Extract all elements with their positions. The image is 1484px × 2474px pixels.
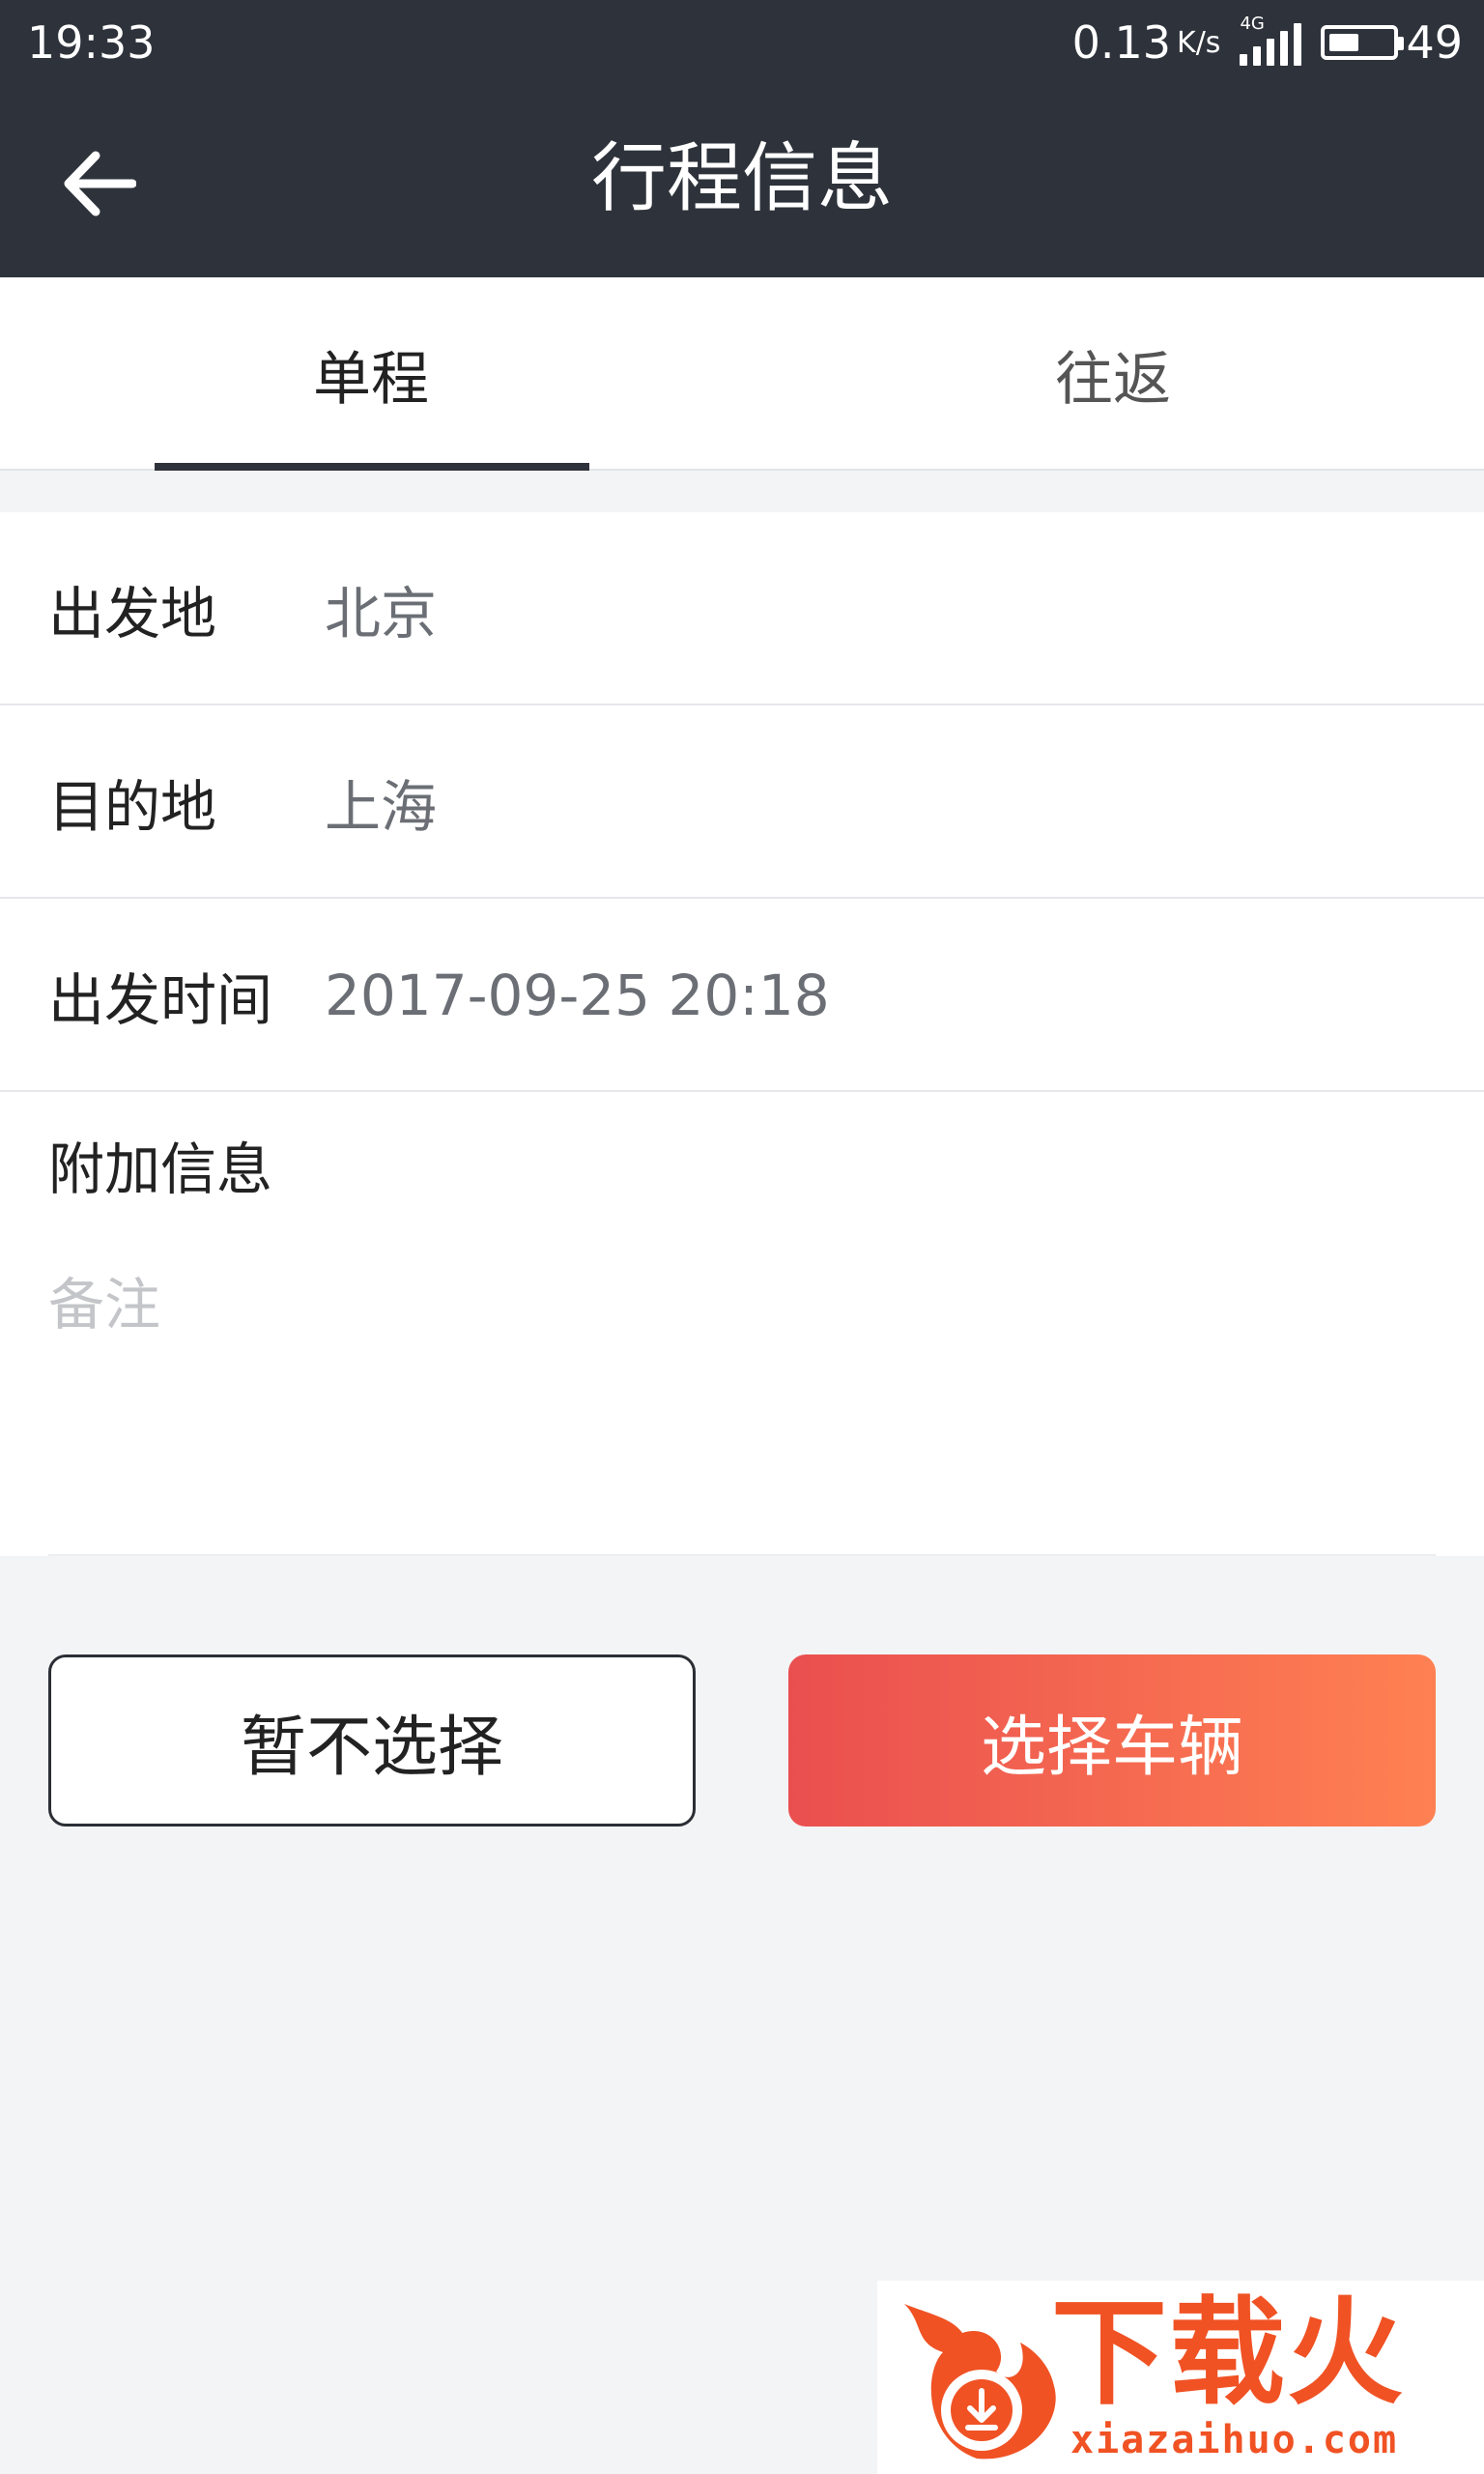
flame-logo-icon	[904, 2304, 1056, 2460]
destination-label: 目的地	[48, 774, 217, 840]
watermark-logo: 下载火 xiazaihuo.com	[877, 2281, 1484, 2474]
destination-row[interactable]: 目的地 上海	[0, 705, 1484, 899]
departure-time-label: 出发时间	[48, 967, 273, 1033]
page-title: 行程信息	[590, 135, 893, 222]
remark-input[interactable]	[48, 1247, 1430, 1363]
trip-type-tabs: 单程 往返	[0, 277, 1484, 471]
top-bar: 19:33 0.13 K/s 4G 49 行程信息	[0, 0, 1484, 277]
network-speed-unit: K/s	[1177, 26, 1221, 60]
origin-label: 出发地	[48, 581, 217, 647]
network-speed: 0.13 K/s	[1072, 16, 1221, 69]
departure-time-value[interactable]: 2017-09-25 20:18	[325, 899, 830, 1092]
battery-percent: 49	[1406, 16, 1463, 69]
active-tab-indicator	[155, 463, 589, 471]
trip-form: 出发地 北京 目的地 上海 出发时间 2017-09-25 20:18 附加信息	[0, 512, 1484, 1556]
status-time: 19:33	[27, 16, 156, 69]
network-type: 4G	[1240, 14, 1265, 34]
origin-value[interactable]: 北京	[325, 512, 437, 705]
signal-icon: 4G	[1240, 14, 1302, 66]
skip-button[interactable]: 暂不选择	[48, 1654, 696, 1827]
battery-icon	[1321, 25, 1405, 60]
departure-time-row[interactable]: 出发时间 2017-09-25 20:18	[0, 899, 1484, 1092]
tab-one-way[interactable]: 单程	[0, 277, 742, 471]
tab-round-trip[interactable]: 往返	[742, 277, 1484, 471]
battery-indicator: 49	[1321, 16, 1463, 69]
divider	[48, 1554, 1436, 1556]
origin-row[interactable]: 出发地 北京	[0, 512, 1484, 705]
destination-value[interactable]: 上海	[325, 705, 437, 899]
extra-info-label: 附加信息	[48, 1136, 273, 1202]
choose-vehicle-button[interactable]: 选择车辆	[788, 1654, 1436, 1827]
watermark-domain: xiazaihuo.com	[1070, 2418, 1399, 2462]
status-indicators: 0.13 K/s 4G 49	[1072, 14, 1463, 72]
network-speed-value: 0.13	[1071, 16, 1172, 69]
watermark-text: 下载火	[1051, 2287, 1405, 2421]
